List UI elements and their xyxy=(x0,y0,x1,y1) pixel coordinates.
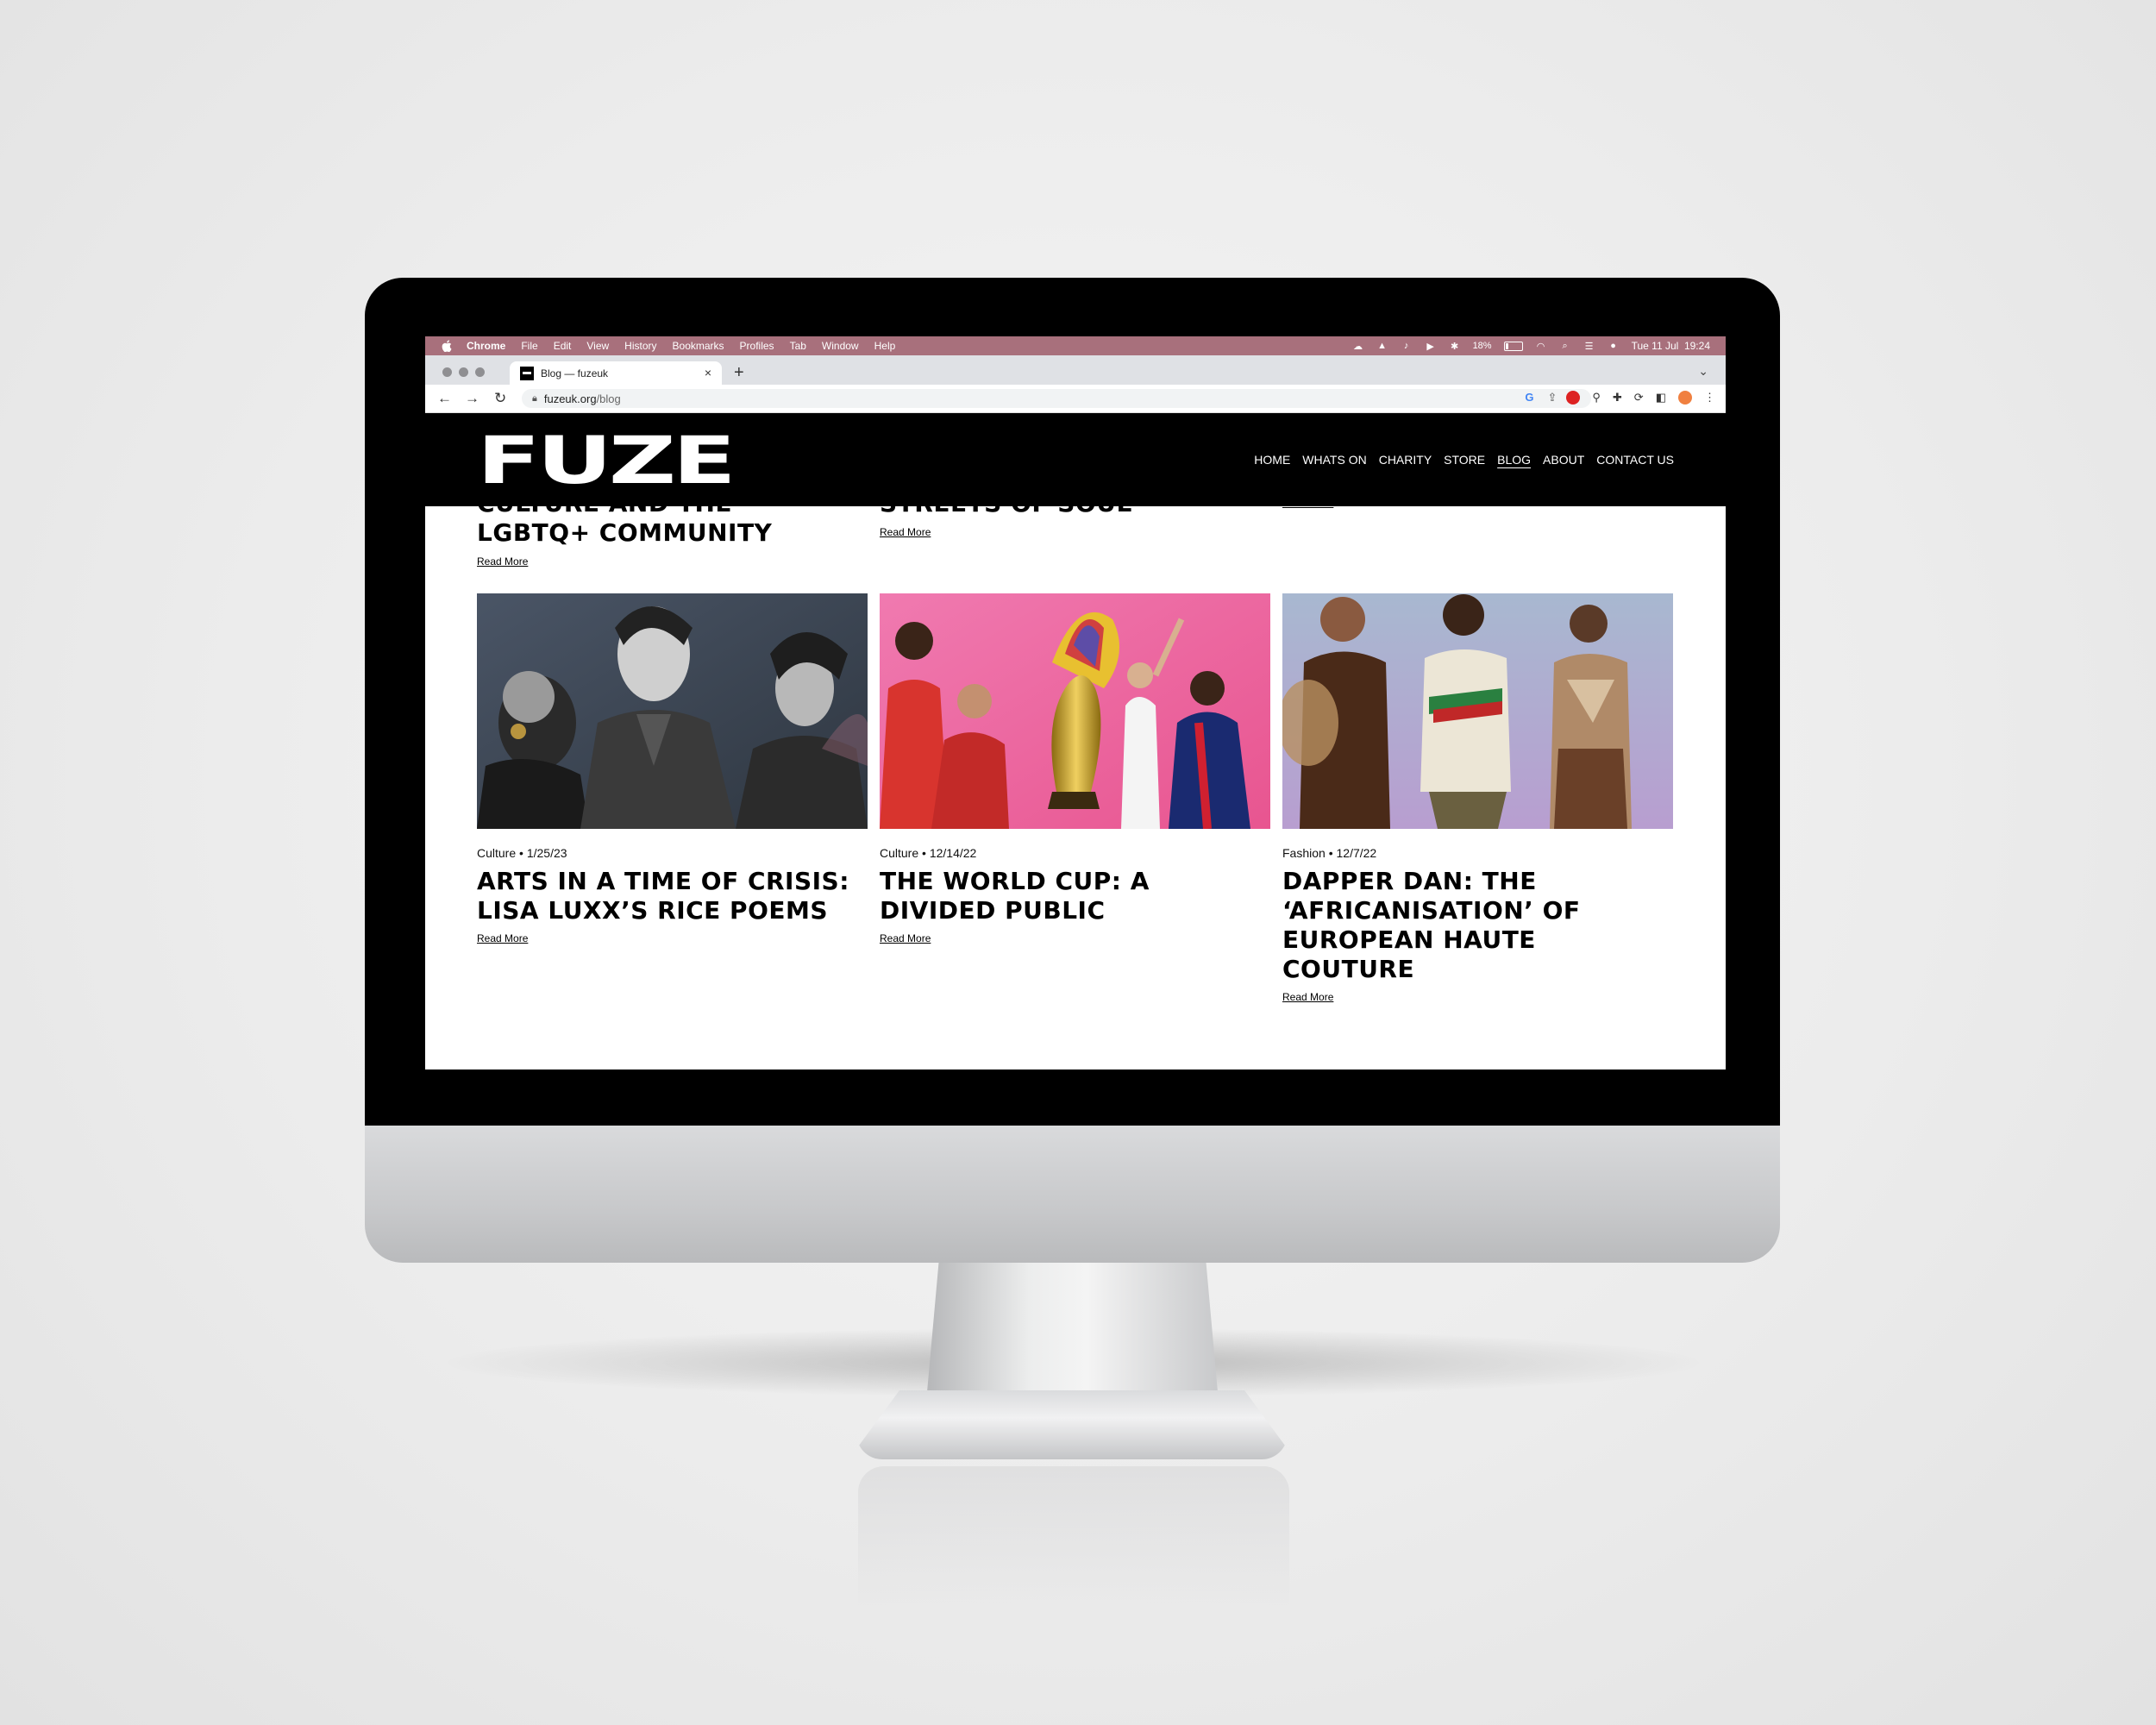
browser-toolbar: ← → ↻ 🔒︎ fuzeuk.org/blog G ⇪ ☆ ⚲ ✚ ⟳ ◧ ⋮ xyxy=(425,385,1726,413)
menu-help[interactable]: Help xyxy=(874,340,896,352)
nav-blog[interactable]: BLOG xyxy=(1497,453,1531,467)
url-host: fuzeuk.org xyxy=(543,392,597,405)
post-date: 1/25/23 xyxy=(526,846,567,860)
tab-search-chevron-icon[interactable]: ⌄ xyxy=(1698,364,1708,379)
share-icon[interactable]: ⇪ xyxy=(1547,391,1557,405)
post-date: 12/14/22 xyxy=(929,846,977,860)
post-category[interactable]: Culture xyxy=(880,846,918,860)
menu-view[interactable]: View xyxy=(586,340,609,352)
post-meta: Culture • 1/25/23 xyxy=(477,846,567,860)
post-image-world-cup[interactable] xyxy=(880,593,1270,829)
nav-contact-us[interactable]: CONTACT US xyxy=(1596,453,1674,467)
battery-percent: 18% xyxy=(1472,341,1492,351)
menu-profiles[interactable]: Profiles xyxy=(740,340,774,352)
macos-menubar: Chrome File Edit View History Bookmarks … xyxy=(425,336,1726,355)
extension-search-icon[interactable]: ⚲ xyxy=(1592,391,1601,405)
window-controls xyxy=(442,367,485,377)
bluetooth-icon[interactable]: ✱ xyxy=(1449,341,1461,352)
play-icon[interactable]: ▶ xyxy=(1425,341,1437,352)
battery-icon[interactable] xyxy=(1503,341,1523,351)
menu-history[interactable]: History xyxy=(624,340,656,352)
read-more-link[interactable]: Read More xyxy=(880,526,931,538)
site-header: FUZE HOME WHATS ON CHARITY STORE BLOG AB… xyxy=(425,413,1726,506)
read-more-link[interactable]: Read More xyxy=(477,555,528,568)
web-page: FUZE HOME WHATS ON CHARITY STORE BLOG AB… xyxy=(425,413,1726,1070)
status-area: ☁ ▲ ♪ ▶ ✱ 18% ◠ ⌕ ☰ ● Tue 11 Jul 19:24 xyxy=(1352,336,1710,355)
fuze-favicon-icon xyxy=(520,366,534,380)
post-date: 12/7/22 xyxy=(1336,846,1377,860)
post-meta: Fashion • 12/7/22 xyxy=(1282,846,1377,860)
monitor-chin xyxy=(365,1126,1780,1263)
menu-chrome[interactable]: Chrome xyxy=(467,340,505,352)
close-window-button[interactable] xyxy=(442,367,452,377)
read-more-link[interactable]: Read More xyxy=(1282,991,1333,1003)
blog-post-card[interactable]: Culture • 12/14/22 THE WORLD CUP: A DIVI… xyxy=(880,593,1270,946)
url-path: /blog xyxy=(596,392,621,405)
post-image-dapper-dan[interactable] xyxy=(1282,593,1673,829)
new-tab-button[interactable]: + xyxy=(734,363,744,383)
post-meta: Culture • 12/14/22 xyxy=(880,846,977,860)
partial-post-title-1b[interactable]: LGBTQ+ COMMUNITY xyxy=(477,518,772,548)
audio-icon[interactable]: ♪ xyxy=(1401,341,1413,351)
control-center-icon[interactable]: ☰ xyxy=(1583,341,1595,352)
menu-window[interactable]: Window xyxy=(822,340,859,352)
extensions-area: ⚲ ✚ ⟳ ◧ ⋮ xyxy=(1566,391,1715,405)
apple-icon[interactable] xyxy=(441,340,453,352)
blog-post-card[interactable]: Culture • 1/25/23 ARTS IN A TIME OF CRIS… xyxy=(477,593,868,946)
creative-cloud-icon[interactable]: ☁ xyxy=(1352,341,1364,352)
post-image-lisa-luxx[interactable] xyxy=(477,593,868,829)
post-title[interactable]: DAPPER DAN: THE ‘AFRICANISATION’ OF EURO… xyxy=(1282,867,1673,984)
post-title[interactable]: ARTS IN A TIME OF CRISIS: LISA LUXX’S RI… xyxy=(477,867,868,925)
extension-red-icon[interactable] xyxy=(1566,391,1581,405)
imac-monitor: Chrome File Edit View History Bookmarks … xyxy=(365,278,1780,1459)
minimize-window-button[interactable] xyxy=(459,367,468,377)
forward-arrow-icon[interactable]: → xyxy=(465,390,479,407)
side-panel-icon[interactable]: ◧ xyxy=(1656,391,1666,405)
post-title[interactable]: THE WORLD CUP: A DIVIDED PUBLIC xyxy=(880,867,1270,925)
extensions-puzzle-icon[interactable]: ✚ xyxy=(1613,391,1622,405)
site-nav: HOME WHATS ON CHARITY STORE BLOG ABOUT C… xyxy=(1254,453,1674,467)
screen: Chrome File Edit View History Bookmarks … xyxy=(425,336,1726,1070)
google-icon[interactable]: G xyxy=(1525,391,1533,405)
menu-edit[interactable]: Edit xyxy=(554,340,572,352)
post-category[interactable]: Fashion xyxy=(1282,846,1326,860)
wifi-icon[interactable]: ◠ xyxy=(1535,341,1547,352)
menu-bookmarks[interactable]: Bookmarks xyxy=(673,340,724,352)
back-arrow-icon[interactable]: ← xyxy=(437,390,452,407)
drive-icon[interactable]: ▲ xyxy=(1376,341,1388,351)
zoom-window-button[interactable] xyxy=(475,367,485,377)
spotlight-icon[interactable]: ⌕ xyxy=(1559,341,1571,351)
read-more-link[interactable]: Read More xyxy=(477,932,528,944)
nav-whats-on[interactable]: WHATS ON xyxy=(1302,453,1366,467)
lock-icon[interactable]: 🔒︎ xyxy=(532,393,537,405)
menu-tab[interactable]: Tab xyxy=(790,340,806,352)
close-tab-icon[interactable]: × xyxy=(705,366,711,380)
post-category[interactable]: Culture xyxy=(477,846,516,860)
nav-home[interactable]: HOME xyxy=(1254,453,1290,467)
stand-reflection xyxy=(858,1466,1289,1613)
extension-sync-icon[interactable]: ⟳ xyxy=(1634,391,1644,405)
nav-charity[interactable]: CHARITY xyxy=(1379,453,1432,467)
reload-icon[interactable]: ↻ xyxy=(494,390,506,407)
browser-tab-bar: Blog — fuzeuk × + ⌄ xyxy=(425,355,1726,385)
blog-post-card[interactable]: Fashion • 12/7/22 DAPPER DAN: THE ‘AFRIC… xyxy=(1282,593,1673,1005)
tab-title: Blog — fuzeuk xyxy=(541,367,609,380)
monitor-stand xyxy=(927,1263,1218,1392)
fuze-logo[interactable]: FUZE xyxy=(477,428,736,493)
read-more-link[interactable]: Read More xyxy=(880,932,931,944)
monitor-stand-base xyxy=(856,1390,1288,1459)
tab-blog[interactable]: Blog — fuzeuk × xyxy=(510,361,722,385)
menu-file[interactable]: File xyxy=(521,340,537,352)
nav-about[interactable]: ABOUT xyxy=(1543,453,1584,467)
chrome-menu-icon[interactable]: ⋮ xyxy=(1704,391,1715,405)
siri-icon[interactable]: ● xyxy=(1608,341,1620,351)
address-bar[interactable]: 🔒︎ fuzeuk.org/blog G ⇪ ☆ xyxy=(522,389,1591,408)
profile-avatar-icon[interactable] xyxy=(1678,391,1692,405)
menubar-clock: Tue 11 Jul 19:24 xyxy=(1631,340,1710,352)
nav-store[interactable]: STORE xyxy=(1444,453,1485,467)
